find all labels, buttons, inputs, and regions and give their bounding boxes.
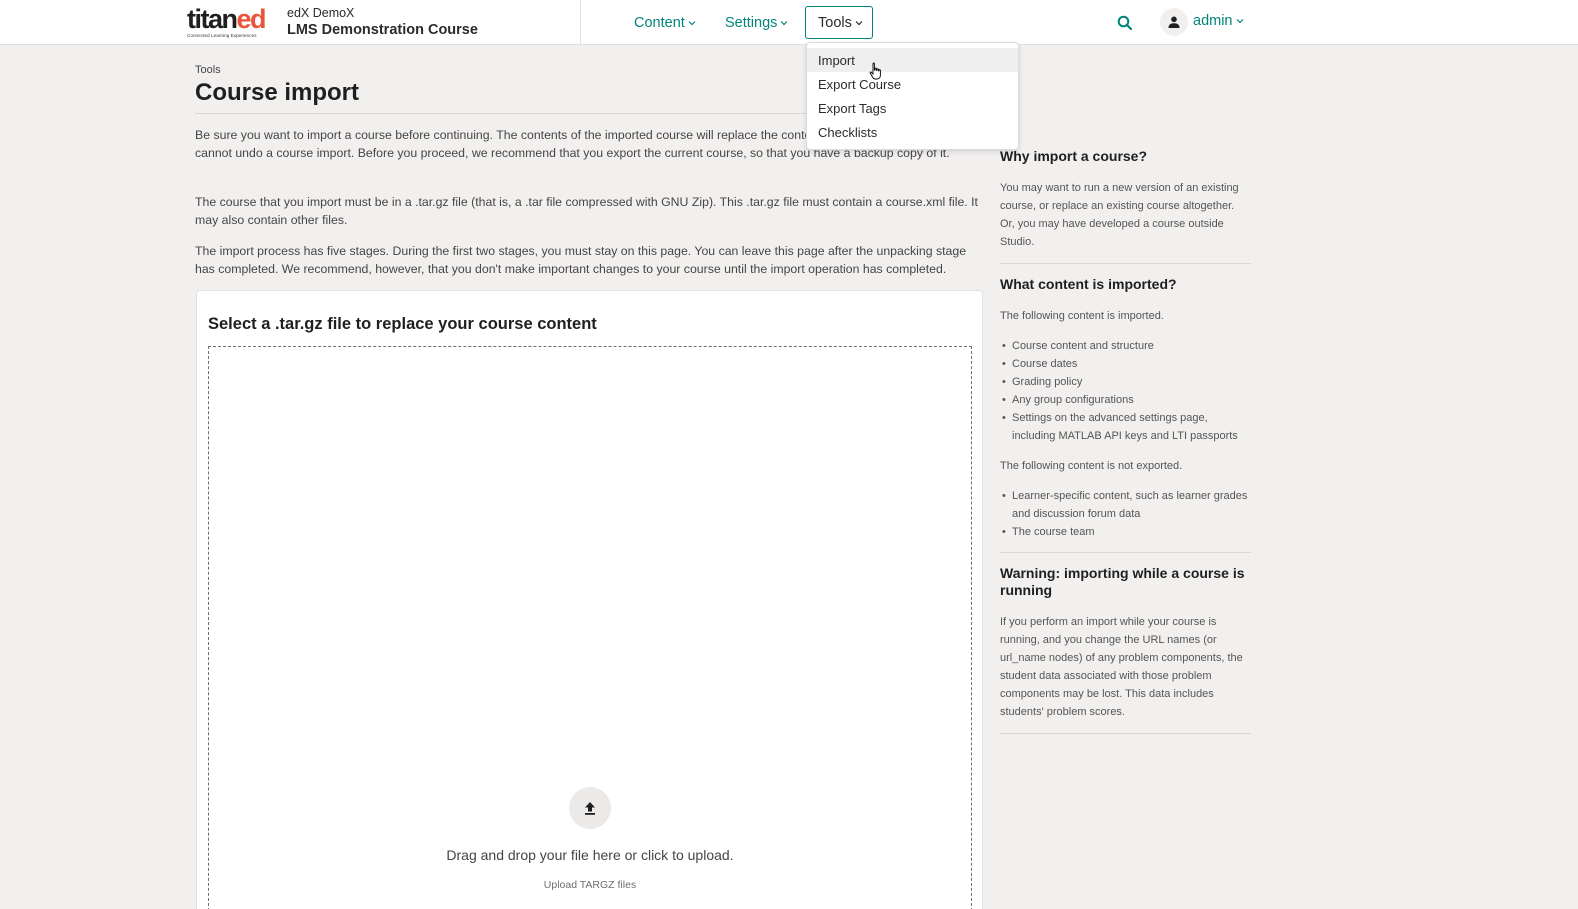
sidebar-text: The following content is not exported. bbox=[1000, 460, 1183, 472]
menu-item-import[interactable]: Import bbox=[807, 48, 1018, 72]
nav-settings-menu[interactable]: Settings bbox=[725, 6, 788, 39]
sidebar-why-import: Why import a course? You may want to run… bbox=[1000, 148, 1251, 251]
menu-item-checklists[interactable]: Checklists bbox=[807, 120, 1018, 144]
nav-tools-menu[interactable]: Tools bbox=[805, 6, 873, 39]
list-item: Any group configurations bbox=[1000, 391, 1251, 409]
chevron-down-icon bbox=[855, 20, 863, 25]
upload-card-title: Select a .tar.gz file to replace your co… bbox=[208, 315, 597, 333]
user-icon bbox=[1168, 16, 1180, 28]
imported-list: Course content and structure Course date… bbox=[1000, 337, 1251, 445]
page-title: Course import bbox=[195, 79, 360, 106]
sidebar-heading: Why import a course? bbox=[1000, 148, 1148, 164]
tools-dropdown-menu: Import Export Course Export Tags Checkli… bbox=[806, 42, 1019, 150]
course-org: edX DemoX bbox=[287, 6, 355, 20]
breadcrumb[interactable]: Tools bbox=[195, 64, 221, 76]
list-item: Course content and structure bbox=[1000, 337, 1251, 355]
titaned-logo[interactable]: titaned Connected Learning Experiences bbox=[187, 4, 269, 42]
menu-item-export-course[interactable]: Export Course bbox=[807, 72, 1018, 96]
list-item: The course team bbox=[1000, 523, 1251, 541]
list-item: Settings on the advanced settings page, … bbox=[1000, 409, 1251, 445]
sidebar-divider bbox=[1000, 263, 1251, 264]
chevron-down-icon bbox=[688, 20, 696, 25]
menu-item-export-tags[interactable]: Export Tags bbox=[807, 96, 1018, 120]
upload-icon bbox=[569, 787, 611, 829]
list-item: Course dates bbox=[1000, 355, 1251, 373]
sidebar-warning: Warning: importing while a course is run… bbox=[1000, 565, 1251, 721]
user-menu[interactable]: admin bbox=[1193, 13, 1244, 29]
sidebar-heading: What content is imported? bbox=[1000, 276, 1177, 292]
list-item: Grading policy bbox=[1000, 373, 1251, 391]
top-header: titaned Connected Learning Experiences e… bbox=[0, 0, 1578, 45]
search-icon[interactable] bbox=[1116, 14, 1134, 32]
intro-paragraph: The import process has five stages. Duri… bbox=[195, 244, 967, 276]
sidebar-divider bbox=[1000, 733, 1251, 734]
dropzone-file-types: Upload TARGZ files bbox=[543, 879, 637, 891]
intro-paragraph: The course that you import must be in a … bbox=[195, 195, 978, 227]
sidebar-divider bbox=[1000, 552, 1251, 553]
sidebar-text: If you perform an import while your cour… bbox=[1000, 616, 1243, 718]
chevron-down-icon bbox=[780, 20, 788, 25]
sidebar-text: You may want to run a new version of an … bbox=[1000, 182, 1239, 248]
dropzone-instruction: Drag and drop your file here or click to… bbox=[446, 847, 734, 863]
list-item: Learner-specific content, such as learne… bbox=[1000, 487, 1251, 523]
course-name: LMS Demonstration Course bbox=[287, 22, 478, 38]
file-dropzone[interactable]: Drag and drop your file here or click to… bbox=[208, 346, 972, 909]
nav-content-menu[interactable]: Content bbox=[634, 6, 696, 39]
avatar[interactable] bbox=[1160, 8, 1188, 36]
file-upload-card: Select a .tar.gz file to replace your co… bbox=[196, 290, 983, 909]
header-divider bbox=[580, 0, 581, 45]
sidebar-text: The following content is imported. bbox=[1000, 310, 1164, 322]
sidebar-what-imported: What content is imported? The following … bbox=[1000, 276, 1251, 541]
hand-cursor-icon bbox=[869, 62, 881, 80]
chevron-down-icon bbox=[1236, 19, 1243, 24]
not-exported-list: Learner-specific content, such as learne… bbox=[1000, 487, 1251, 541]
sidebar-heading: Warning: importing while a course is run… bbox=[1000, 565, 1245, 598]
